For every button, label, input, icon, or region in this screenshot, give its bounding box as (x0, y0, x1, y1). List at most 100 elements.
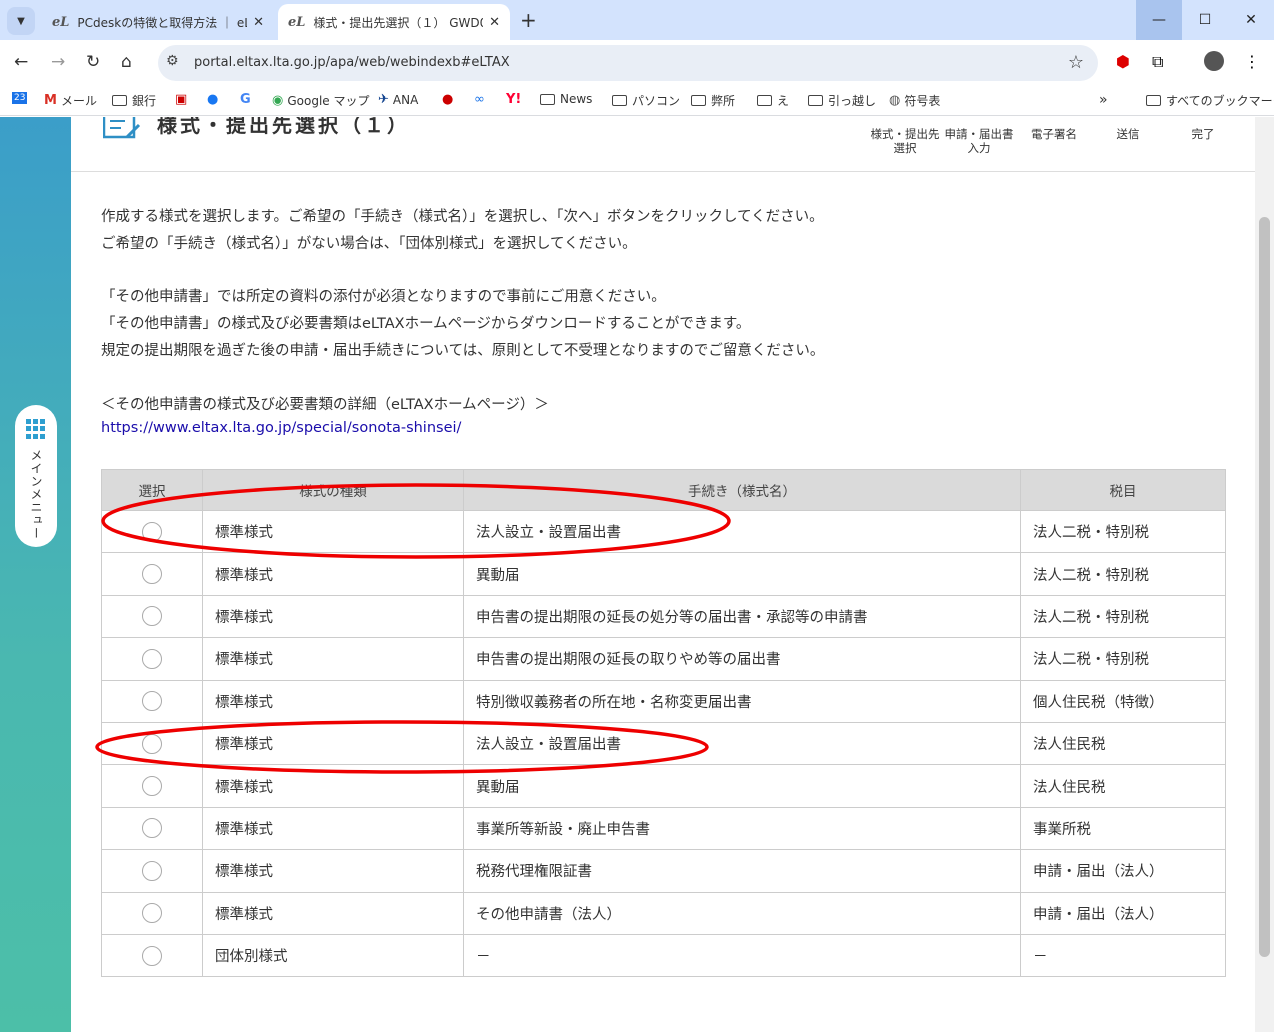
bookmark-pc[interactable]: パソコン (612, 92, 680, 109)
scrollbar-thumb[interactable] (1259, 217, 1270, 957)
folder-icon (808, 95, 823, 106)
col-header-procedure: 手続き（様式名） (463, 469, 1021, 511)
table-row[interactable]: 団体別様式－－ (101, 933, 1226, 978)
close-window-button[interactable]: ✕ (1228, 0, 1274, 40)
menu-kebab-icon[interactable]: ⋮ (1244, 52, 1260, 71)
tab-pcdesk[interactable]: eL PCdeskの特徴と取得方法 ｜ eLTA ✕ (42, 4, 274, 40)
form-type-cell: 標準様式 (202, 806, 464, 851)
bookmark-moving[interactable]: 引っ越し (808, 92, 876, 109)
bookmark-google-maps[interactable]: ◉ Google マップ (272, 92, 369, 109)
table-row[interactable]: 標準様式 法人設立・設置届出書 法人住民税 (101, 721, 1226, 766)
form-radio-button[interactable] (142, 818, 162, 839)
tab-form-select[interactable]: eL 様式・提出先選択（１） GWD0 ✕ (278, 4, 510, 40)
form-radio-button[interactable] (142, 691, 162, 712)
close-tab-icon[interactable]: ✕ (489, 15, 500, 30)
form-radio-button[interactable] (142, 564, 162, 585)
calendar-bookmark[interactable]: 23 (12, 92, 31, 104)
form-radio-button[interactable] (142, 945, 162, 966)
back-icon[interactable]: ← (14, 52, 28, 72)
bookmark-facebook[interactable]: ● (207, 92, 222, 107)
procedure-name-cell: － (463, 933, 1021, 978)
tax-item-cell: 法人二税・特別税 (1020, 637, 1226, 681)
reload-icon[interactable]: ↻ (86, 52, 100, 72)
procedure-name-cell: 税務代理権限証書 (463, 849, 1021, 893)
close-tab-icon[interactable]: ✕ (253, 15, 264, 30)
form-radio-button[interactable] (142, 776, 162, 797)
form-radio-button[interactable] (142, 860, 162, 881)
maximize-button[interactable]: ☐ (1182, 0, 1228, 40)
folder-icon (1146, 95, 1161, 106)
table-row[interactable]: 標準様式 異動届 法人二税・特別税 (101, 552, 1226, 596)
bookmark-all[interactable]: すべてのブックマーク (1146, 92, 1274, 109)
form-edit-icon (103, 117, 141, 139)
browser-toolbar: ← → ↻ ⌂ ⚙ portal.eltax.lta.go.jp/apa/web… (0, 40, 1274, 86)
table-row[interactable]: 標準様式 事業所等新設・廃止申告書 事業所税 (101, 806, 1226, 851)
bookmark-e[interactable]: え (757, 92, 789, 109)
bookmark-mail[interactable]: M メール (44, 92, 97, 109)
bookmark-label: え (777, 94, 790, 108)
facebook-icon: ● (207, 92, 219, 107)
table-row[interactable]: 標準様式 法人設立・設置届出書 法人二税・特別税 (101, 509, 1226, 554)
procedure-name-cell: 異動届 (463, 764, 1021, 808)
intro-text: 「その他申請書」では所定の資料の添付が必須となりますので事前にご用意ください。 (101, 289, 666, 305)
extensions-puzzle-icon[interactable]: ⧉ (1152, 52, 1163, 72)
tab-search-dropdown[interactable]: ▼ (7, 7, 35, 35)
tax-item-cell: 申請・届出（法人） (1020, 891, 1226, 935)
profile-avatar[interactable] (1204, 51, 1224, 71)
bookmark-star-icon[interactable]: ☆ (1068, 52, 1084, 73)
bookmarks-bar: 23 M メール 銀行 ▣ ● G ◉ Google マップ ✈ ANA ● ∞ Y!… (0, 86, 1274, 116)
table-row[interactable]: 標準様式 その他申請書（法人） 申請・届出（法人） (101, 891, 1226, 935)
extension-icon[interactable]: ⬢ (1116, 52, 1130, 71)
new-tab-button[interactable]: + (520, 8, 537, 32)
table-row[interactable]: 標準様式 特別徴収義務者の所在地・名称変更届出書 個人住民税（特徴） (101, 679, 1226, 723)
col-header-form-type: 様式の種類 (202, 469, 464, 511)
tax-item-cell: 法人住民税 (1020, 764, 1226, 808)
form-radio-button[interactable] (142, 733, 162, 754)
step-3-label: 電子署名 (1031, 127, 1077, 141)
select-cell (101, 552, 203, 596)
intro-text: 規定の提出期限を過ぎた後の申請・届出手続きについては、原則として不受理となります… (101, 343, 825, 359)
step-2-label: 申請・届出書 入力 (944, 127, 1014, 155)
main-menu-button[interactable]: メインメニュー (15, 405, 57, 547)
procedure-name-cell: 事業所等新設・廃止申告書 (463, 806, 1021, 851)
bookmark-label: 符号表 (904, 94, 941, 108)
minimize-button[interactable]: — (1136, 0, 1182, 40)
more-bookmarks-icon[interactable]: » (1099, 92, 1108, 108)
address-bar[interactable]: ⚙ portal.eltax.lta.go.jp/apa/web/webinde… (158, 45, 1098, 81)
bookmark-jal[interactable]: ● (442, 92, 457, 107)
form-radio-button[interactable] (142, 521, 162, 542)
bookmark-site[interactable]: ▣ (175, 92, 191, 107)
table-row[interactable]: 標準様式 申告書の提出期限の延長の処分等の届出書・承認等の申請書 法人二税・特別税 (101, 594, 1226, 639)
intro-text: 作成する様式を選択します。ご希望の「手続き（様式名）」を選択し、「次へ」ボタンを… (101, 209, 824, 225)
bookmark-bank[interactable]: 銀行 (112, 92, 156, 109)
url-text: portal.eltax.lta.go.jp/apa/web/webindexb… (194, 55, 510, 70)
form-radio-button[interactable] (142, 648, 162, 669)
table-row[interactable]: 標準様式 異動届 法人住民税 (101, 764, 1226, 808)
procedure-name-cell: 申告書の提出期限の延長の取りやめ等の届出書 (463, 637, 1021, 681)
procedure-name-cell: 特別徴収義務者の所在地・名称変更届出書 (463, 679, 1021, 723)
procedure-name-cell: その他申請書（法人） (463, 891, 1021, 935)
forward-icon[interactable]: → (51, 52, 65, 72)
table-row[interactable]: 標準様式 申告書の提出期限の延長の取りやめ等の届出書 法人二税・特別税 (101, 637, 1226, 681)
form-radio-button[interactable] (142, 903, 162, 924)
bookmark-ana[interactable]: ✈ ANA (378, 92, 418, 107)
form-radio-button[interactable] (142, 606, 162, 627)
bookmark-office[interactable]: 弊所 (691, 92, 735, 109)
bookmark-infinity[interactable]: ∞ (474, 92, 489, 107)
bookmark-label: メール (60, 94, 97, 108)
bookmark-codes[interactable]: ◍ 符号表 (889, 92, 940, 109)
bookmark-google[interactable]: G (240, 92, 255, 107)
google-icon: G (240, 92, 251, 107)
tax-item-cell: 法人二税・特別税 (1020, 594, 1226, 639)
table-row[interactable]: 標準様式 税務代理権限証書 申請・届出（法人） (101, 849, 1226, 893)
home-icon[interactable]: ⌂ (121, 52, 132, 72)
intro-text: ご希望の「手続き（様式名）」がない場合は、「団体別様式」を選択してください。 (101, 236, 637, 252)
infinity-icon: ∞ (474, 92, 485, 107)
site-info-icon[interactable]: ⚙ (166, 53, 179, 69)
bookmark-yahoo[interactable]: Y! (506, 92, 525, 107)
yahoo-icon: Y! (506, 92, 522, 107)
sonota-shinsei-link[interactable]: https://www.eltax.lta.go.jp/special/sono… (101, 420, 461, 436)
bookmark-label: 引っ越し (828, 94, 877, 108)
bookmark-news[interactable]: News (540, 92, 592, 106)
page-scrollbar[interactable] (1255, 117, 1274, 1032)
